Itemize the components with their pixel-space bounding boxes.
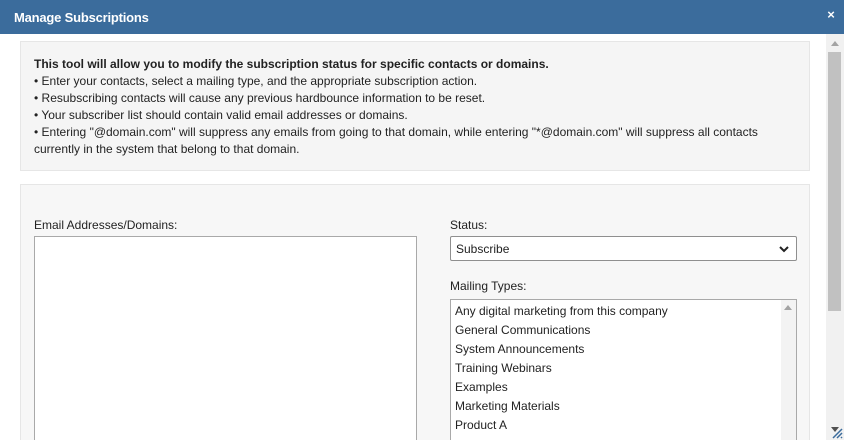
status-select[interactable]: Subscribe [450,236,797,261]
chevron-down-icon [779,246,789,253]
instruction-bullet: • Resubscribing contacts will cause any … [34,91,486,105]
instructions-lead: This tool will allow you to modify the s… [34,57,549,71]
instruction-bullet: • Your subscriber list should contain va… [34,108,408,122]
mailing-type-option[interactable]: Training Webinars [455,361,552,375]
dialog-scrollbar[interactable] [826,34,844,440]
status-label: Status: [450,218,488,232]
email-addresses-label: Email Addresses/Domains: [34,218,178,232]
instruction-bullet: • Enter your contacts, select a mailing … [34,74,478,88]
listbox-scrollbar[interactable] [781,300,796,440]
mailing-types-label: Mailing Types: [450,279,527,293]
email-addresses-textarea[interactable] [34,236,417,440]
mailing-type-option[interactable]: General Communications [455,323,590,337]
mailing-type-option[interactable]: Marketing Materials [455,399,560,413]
instruction-bullet: • Entering "@domain.com" will suppress a… [34,125,758,156]
mailing-type-option[interactable]: Any digital marketing from this company [455,304,668,318]
dialog-titlebar: Manage Subscriptions × [0,0,844,34]
dialog-content: This tool will allow you to modify the s… [0,34,826,440]
scrollbar-thumb[interactable] [828,52,841,311]
subscription-form: Email Addresses/Domains: Status: Subscri… [20,184,810,440]
mailing-type-option[interactable]: Product A [455,418,507,432]
instructions-panel: This tool will allow you to modify the s… [20,41,810,171]
dialog-title: Manage Subscriptions [14,10,149,25]
resize-grip-icon[interactable] [831,427,843,439]
scroll-up-arrow-icon[interactable] [784,305,792,310]
mailing-type-option[interactable]: Examples [455,380,508,394]
close-icon[interactable]: × [824,7,838,23]
mailing-type-option[interactable]: System Announcements [455,342,584,356]
mailing-types-listbox[interactable]: Any digital marketing from this company … [450,299,797,440]
scroll-up-arrow-icon[interactable] [831,41,839,46]
status-selected-value: Subscribe [456,242,510,256]
